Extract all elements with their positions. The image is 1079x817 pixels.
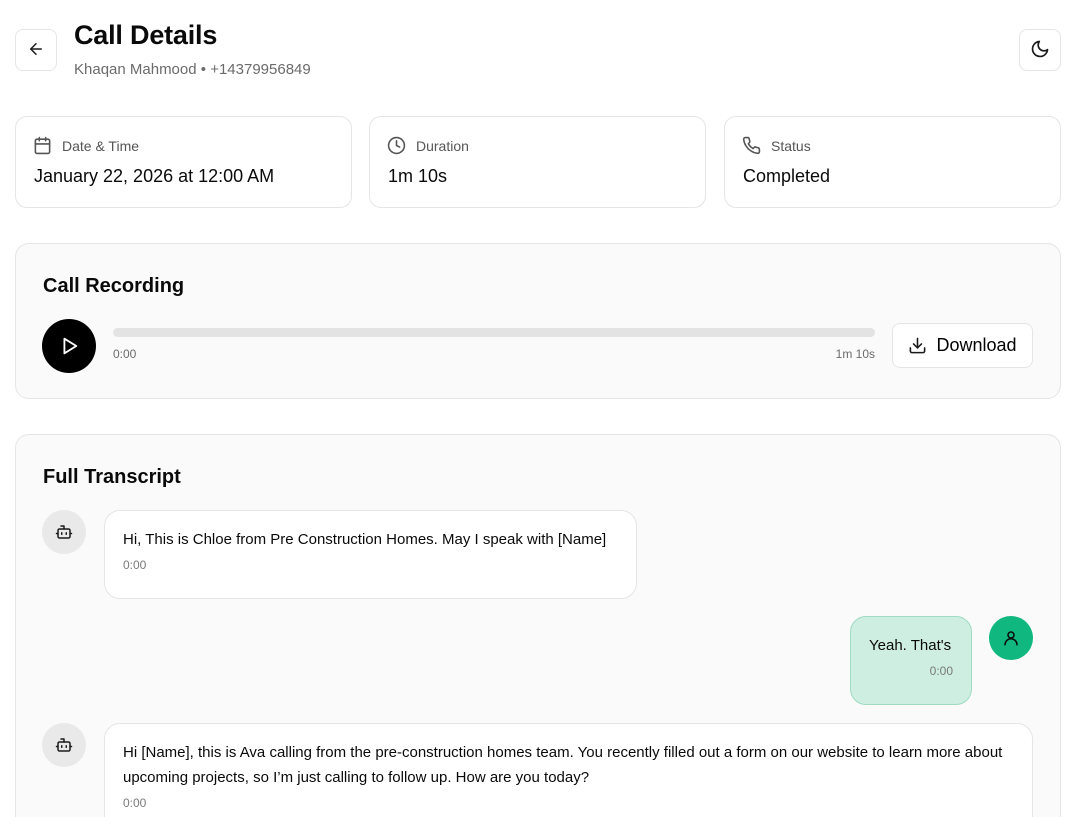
status-label: Status — [771, 137, 811, 154]
message-time: 0:00 — [123, 796, 147, 810]
transcript-title: Full Transcript — [43, 466, 181, 488]
calendar-icon — [33, 136, 52, 155]
duration-value: 1m 10s — [388, 166, 448, 186]
duration-card: Duration 1m 10s — [369, 116, 706, 208]
call-recording-section: Call Recording 0:00 1m 10s Download — [15, 243, 1061, 399]
page-title: Call Details — [74, 20, 218, 50]
total-time: 1m 10s — [835, 347, 875, 361]
message-text: Yeah. That's — [869, 637, 952, 654]
subtitle-separator: • — [200, 61, 207, 78]
audio-progress-bar[interactable] — [113, 328, 875, 337]
recording-title: Call Recording — [43, 275, 185, 297]
user-avatar — [989, 616, 1033, 660]
theme-toggle-button[interactable] — [1019, 29, 1061, 71]
phone-icon — [742, 136, 761, 155]
date-time-value: January 22, 2026 at 12:00 AM — [34, 166, 275, 186]
play-button[interactable] — [42, 319, 96, 373]
date-time-label: Date & Time — [62, 137, 140, 154]
download-label: Download — [936, 335, 1017, 355]
transcript-message: Hi, This is Chloe from Pre Construction … — [104, 510, 637, 599]
message-text: Hi, This is Chloe from Pre Construction … — [123, 531, 607, 548]
contact-phone: +14379956849 — [210, 61, 311, 78]
play-icon — [58, 335, 80, 357]
download-icon — [908, 336, 927, 355]
arrow-left-icon — [27, 40, 45, 61]
back-button[interactable] — [15, 29, 57, 71]
date-time-card: Date & Time January 22, 2026 at 12:00 AM — [15, 116, 352, 208]
contact-name: Khaqan Mahmood — [74, 61, 197, 78]
download-button[interactable]: Download — [892, 323, 1033, 368]
transcript-section: Full Transcript Hi, This is Chloe from P… — [15, 434, 1061, 817]
bot-icon — [55, 523, 73, 541]
message-text: Hi [Name], this is Ava calling from the … — [123, 744, 1003, 786]
bot-avatar — [42, 723, 86, 767]
bot-avatar — [42, 510, 86, 554]
transcript-message: Yeah. That's 0:00 — [850, 616, 972, 705]
duration-label: Duration — [416, 137, 469, 154]
bot-icon — [55, 736, 73, 754]
call-subtitle: Khaqan Mahmood • +14379956849 — [74, 61, 311, 78]
message-time: 0:00 — [929, 664, 953, 678]
message-time: 0:00 — [123, 558, 147, 572]
status-value: Completed — [743, 166, 831, 186]
status-card: Status Completed — [724, 116, 1061, 208]
user-icon — [1002, 629, 1020, 647]
moon-icon — [1030, 39, 1050, 62]
clock-icon — [387, 136, 406, 155]
transcript-message: Hi [Name], this is Ava calling from the … — [104, 723, 1033, 817]
current-time: 0:00 — [113, 347, 137, 361]
